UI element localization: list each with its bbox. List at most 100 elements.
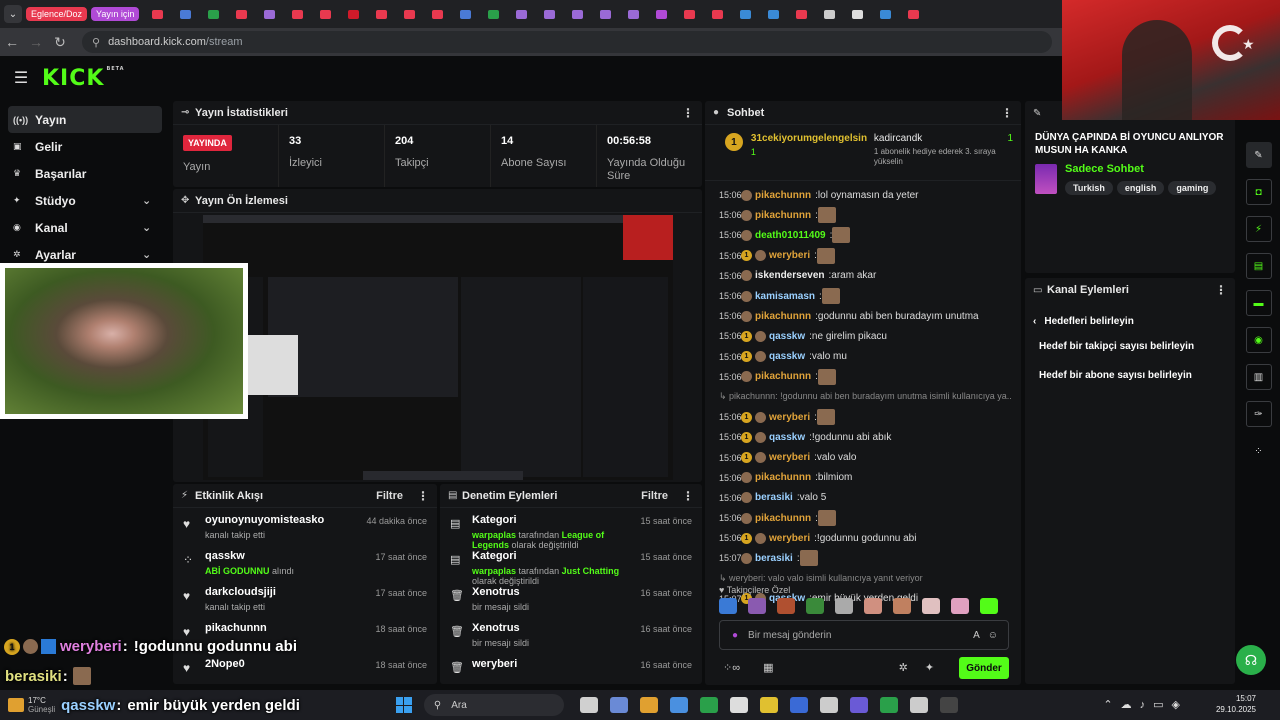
- browser-tab[interactable]: [815, 4, 843, 24]
- chat-username[interactable]: weryberi: [769, 412, 810, 423]
- send-button[interactable]: Gönder: [959, 657, 1009, 679]
- emote-icon[interactable]: [719, 598, 737, 614]
- browser-tab[interactable]: [339, 4, 367, 24]
- browser-tab[interactable]: [311, 4, 339, 24]
- windows-start-icon[interactable]: [395, 697, 412, 713]
- browser-tab[interactable]: [507, 4, 535, 24]
- more-options-icon[interactable]: ⋮: [1001, 106, 1013, 120]
- moderation-subject[interactable]: Xenotrus: [472, 622, 640, 634]
- taskbar-app-icon[interactable]: [789, 697, 808, 713]
- taskbar-app-icon[interactable]: [609, 697, 628, 713]
- mic-icon[interactable]: ●: [732, 630, 738, 641]
- chevron-down-icon[interactable]: ⌄: [142, 221, 162, 234]
- taskbar-app-icon[interactable]: [939, 697, 958, 713]
- sidebar-item-stüdyo[interactable]: ✦ Stüdyo ⌄: [8, 187, 162, 214]
- browser-tab[interactable]: [283, 4, 311, 24]
- taskbar-app-icon[interactable]: [729, 697, 748, 713]
- taskbar-app-icon[interactable]: [639, 697, 658, 713]
- activity-username[interactable]: 2Nope0: [205, 658, 375, 670]
- emoji-icon[interactable]: ☺: [988, 630, 998, 641]
- taskbar-app-icon[interactable]: [699, 697, 718, 713]
- browser-tab[interactable]: [759, 4, 787, 24]
- chat-username[interactable]: pikachunnn: [755, 513, 811, 524]
- chat-input[interactable]: ● Bir mesaj gönderin A ☺: [719, 620, 1009, 650]
- tag-pill[interactable]: Turkish: [1065, 181, 1113, 195]
- emote-icon[interactable]: [980, 598, 998, 614]
- reload-icon[interactable]: ↻: [48, 34, 72, 51]
- browser-tab[interactable]: [367, 4, 395, 24]
- emote-icon[interactable]: [893, 598, 911, 614]
- more-options-icon[interactable]: ⋮: [682, 106, 694, 120]
- browser-tab[interactable]: [535, 4, 563, 24]
- emote-icon[interactable]: [748, 598, 766, 614]
- support-chat-icon[interactable]: ☊: [1236, 645, 1266, 675]
- forward-icon[interactable]: →: [24, 34, 48, 50]
- chat-username[interactable]: iskenderseven: [755, 270, 825, 281]
- browser-tab[interactable]: [143, 4, 171, 24]
- sidebar-item-başarılar[interactable]: ♛ Başarılar: [8, 160, 162, 187]
- layout-icon[interactable]: ▥: [1245, 364, 1272, 390]
- browser-tab[interactable]: [423, 4, 451, 24]
- chat-username[interactable]: qasskw: [769, 331, 805, 342]
- url-field[interactable]: ⚲ dashboard.kick.com/stream: [82, 31, 1052, 53]
- browser-tab[interactable]: [591, 4, 619, 24]
- chat-username[interactable]: pikachunnn: [755, 210, 811, 221]
- site-info-icon[interactable]: ⚲: [92, 36, 100, 49]
- chat-username[interactable]: berasiki: [755, 553, 793, 564]
- moderation-filter-button[interactable]: Filtre: [641, 490, 668, 502]
- browser-tab[interactable]: [703, 4, 731, 24]
- tag-pill[interactable]: gaming: [1168, 181, 1217, 195]
- browser-tab[interactable]: [619, 4, 647, 24]
- chat-username[interactable]: pikachunnn: [755, 190, 811, 201]
- moderation-subject[interactable]: Xenotrus: [472, 586, 640, 598]
- activity-username[interactable]: oyunoynuyomisteasko: [205, 514, 366, 526]
- browser-tab[interactable]: [451, 4, 479, 24]
- weather-icon[interactable]: [8, 698, 24, 712]
- top-gifter-name[interactable]: 31cekiyorumgelengelsin: [751, 133, 867, 144]
- category-name[interactable]: Just Chatting: [562, 566, 620, 576]
- browser-tab[interactable]: [563, 4, 591, 24]
- chat-username[interactable]: pikachunnn: [755, 472, 811, 483]
- kick-logo[interactable]: KICK BETA: [42, 66, 125, 91]
- clip-icon[interactable]: ◘: [1245, 179, 1272, 205]
- browser-tab[interactable]: [255, 4, 283, 24]
- browser-tab[interactable]: [395, 4, 423, 24]
- wrench-icon[interactable]: ✑: [1245, 401, 1272, 427]
- chat-username[interactable]: qasskw: [769, 351, 805, 362]
- browser-tab[interactable]: [647, 4, 675, 24]
- category-name[interactable]: Sadece Sohbet: [1065, 163, 1220, 175]
- mod-shield-icon[interactable]: ✦: [925, 662, 934, 674]
- chat-username[interactable]: weryberi: [769, 250, 810, 261]
- moderator-name[interactable]: warpaplas: [472, 530, 516, 540]
- browser-tab[interactable]: [675, 4, 703, 24]
- tab-search-button[interactable]: ⌄: [4, 5, 22, 23]
- browser-tab[interactable]: [731, 4, 759, 24]
- sidebar-item-yayın[interactable]: ((•)) Yayın: [8, 106, 162, 133]
- community-icon[interactable]: ⁘: [1246, 438, 1272, 464]
- system-tray[interactable]: ⌃☁♪▭◈: [1103, 698, 1188, 711]
- chat-bubble-icon[interactable]: ▬: [1245, 290, 1272, 316]
- taskbar-search[interactable]: ⚲ Ara: [423, 694, 564, 716]
- taskbar-app-icon[interactable]: [909, 697, 928, 713]
- weather-widget[interactable]: 17°C Güneşli: [28, 696, 55, 714]
- goal-option[interactable]: Hedef bir abone sayısı belirleyin: [1039, 370, 1235, 381]
- tab-group-yayin[interactable]: Yayın için: [91, 7, 140, 21]
- goals-back-link[interactable]: ‹ Hedefleri belirleyin: [1025, 302, 1235, 327]
- broadcast-icon[interactable]: ◉: [1245, 327, 1272, 353]
- browser-tab[interactable]: [871, 4, 899, 24]
- browser-tab[interactable]: [171, 4, 199, 24]
- moderation-subject[interactable]: Kategori: [472, 514, 640, 526]
- tab-group-eglence[interactable]: Eglence/Doz: [26, 7, 88, 21]
- emote-icon[interactable]: [864, 598, 882, 614]
- browser-tab[interactable]: [227, 4, 255, 24]
- menu-icon[interactable]: ☰: [0, 68, 42, 88]
- notes-icon[interactable]: ▤: [1245, 253, 1272, 279]
- stream-preview-video[interactable]: [203, 215, 673, 480]
- activity-filter-button[interactable]: Filtre: [376, 490, 403, 502]
- sidebar-item-kanal[interactable]: ◉ Kanal ⌄: [8, 214, 162, 241]
- moderation-subject[interactable]: Kategori: [472, 550, 640, 562]
- taskbar-app-icon[interactable]: [669, 697, 688, 713]
- more-options-icon[interactable]: ⋮: [682, 489, 694, 503]
- moderator-name[interactable]: warpaplas: [472, 566, 516, 576]
- emote-icon[interactable]: [951, 598, 969, 614]
